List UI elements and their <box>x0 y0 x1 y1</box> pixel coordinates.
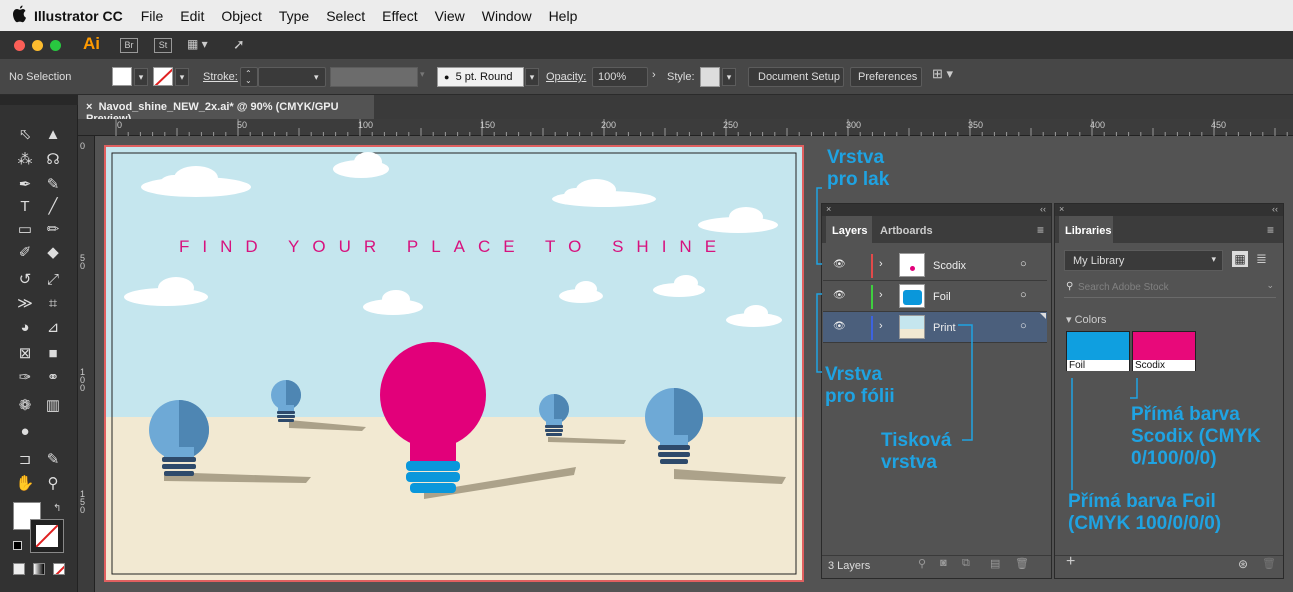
annotation-folii: Vrstva pro fólii <box>825 364 895 407</box>
annotation-lak: Vrstva pro lak <box>827 147 890 190</box>
annotation-tiskova: Tisková vrstva <box>881 430 952 473</box>
annotation-foil: Přímá barva Foil (CMYK 100/0/0/0) <box>1068 491 1222 534</box>
annotation-scodix: Přímá barva Scodix (CMYK 0/100/0/0) <box>1131 404 1261 469</box>
